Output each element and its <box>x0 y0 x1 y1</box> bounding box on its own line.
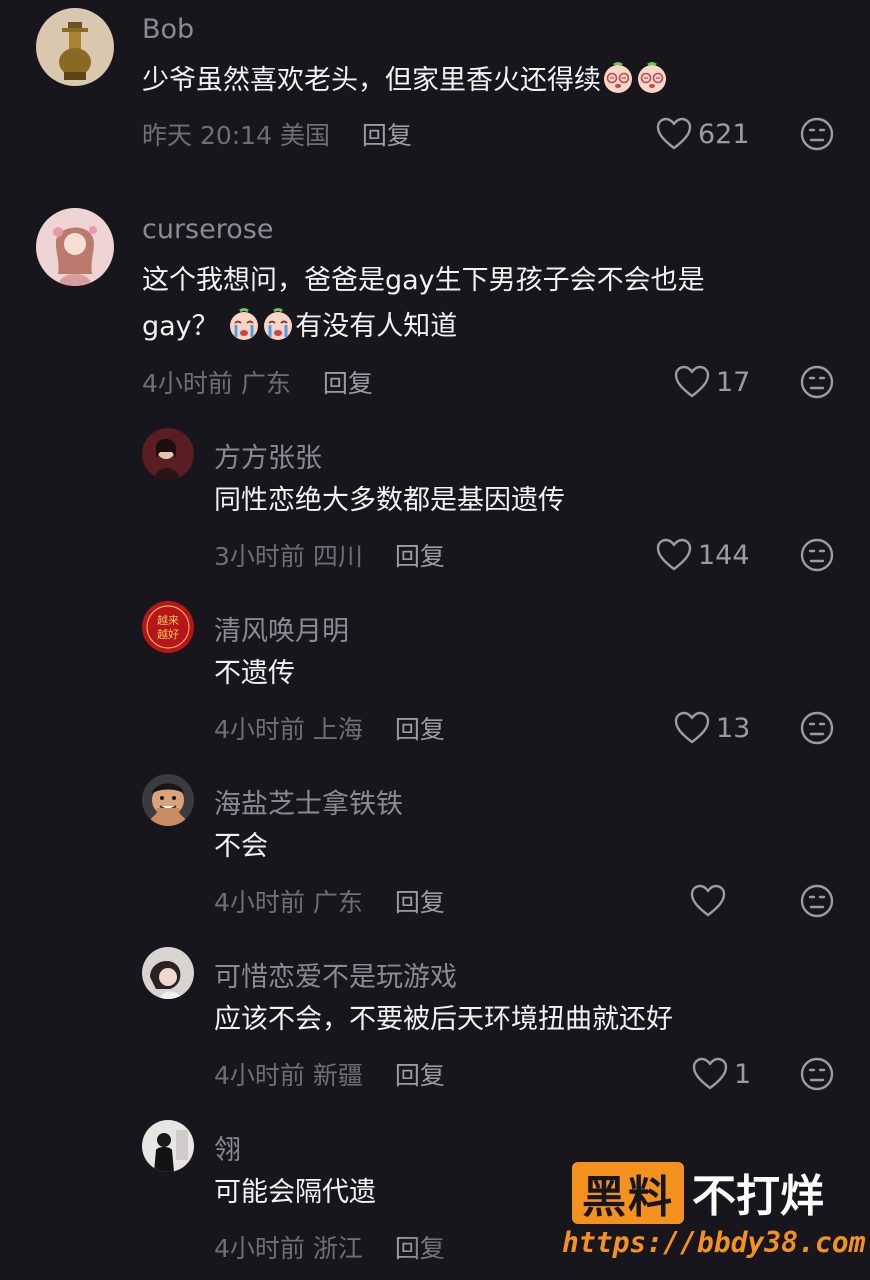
comment-text: 同性恋绝大多数都是基因遗传 <box>214 485 565 516</box>
comment-text: 应该不会，不要被后天环境扭曲就还好 <box>214 1004 673 1035</box>
watermark-logo-box: 黑料 <box>572 1162 684 1224</box>
location: 新疆 <box>312 1061 363 1090</box>
reply-button[interactable]: 回复 <box>395 715 445 744</box>
username[interactable]: 翎 <box>214 1128 241 1167</box>
avatar[interactable] <box>142 428 194 480</box>
username[interactable]: Bob <box>142 14 194 45</box>
neutral-face-icon <box>800 365 834 399</box>
comment-meta: 3小时前 四川 回复 <box>214 537 445 573</box>
timestamp: 4小时前 <box>214 715 305 744</box>
heart-icon <box>674 365 710 398</box>
like-button[interactable]: 1 <box>692 1054 751 1094</box>
timestamp: 4小时前 <box>214 1234 305 1263</box>
timestamp: 昨天 20:14 <box>142 121 272 150</box>
comment-text: 这个我想问，爸爸是gay生下男孩子会不会也是 gay？ 有没有人知道 <box>142 265 705 342</box>
avatar-text-line1: 越来 <box>157 613 179 627</box>
reply-button[interactable]: 回复 <box>395 542 445 571</box>
like-button[interactable]: 621 <box>656 114 750 154</box>
comment-meta: 4小时前 广东 回复 <box>214 883 445 919</box>
timestamp: 4小时前 <box>214 1061 305 1090</box>
dislike-button[interactable] <box>800 365 834 399</box>
dislike-button[interactable] <box>800 538 834 572</box>
heart-icon <box>692 1057 728 1090</box>
like-count: 1 <box>734 1058 752 1090</box>
dislike-button[interactable] <box>800 711 834 745</box>
dislike-button[interactable] <box>800 1057 834 1091</box>
avatar[interactable] <box>36 8 114 86</box>
reply-button[interactable]: 回复 <box>395 1061 445 1090</box>
location: 广东 <box>312 888 363 917</box>
watermark-text: 不打烊 <box>692 1171 824 1222</box>
like-count: 17 <box>716 366 751 398</box>
location: 美国 <box>279 121 330 150</box>
woman-portrait-icon <box>142 428 194 480</box>
heart-icon <box>656 117 692 150</box>
reply-button[interactable]: 回复 <box>323 369 373 398</box>
like-count: 13 <box>716 712 751 744</box>
like-button[interactable] <box>690 881 732 921</box>
comment-meta: 昨天 20:14 美国 回复 <box>142 116 412 152</box>
username[interactable]: 可惜恋爱不是玩游戏 <box>214 955 457 994</box>
like-count: 144 <box>698 539 750 571</box>
pink-girl-icon <box>36 208 114 286</box>
dislike-button[interactable] <box>800 884 834 918</box>
avatar[interactable] <box>36 208 114 286</box>
dizzy-face-emoji-icon <box>601 61 635 95</box>
like-button[interactable]: 17 <box>674 362 750 402</box>
location: 浙江 <box>312 1234 363 1263</box>
username[interactable]: 清风唤月明 <box>214 609 349 648</box>
like-button[interactable]: 13 <box>674 708 750 748</box>
timestamp: 4小时前 <box>142 369 233 398</box>
heart-icon <box>656 538 692 571</box>
heart-icon <box>690 884 726 917</box>
man-smiling-icon <box>142 774 194 826</box>
neutral-face-icon <box>800 884 834 918</box>
girl-photo-icon <box>142 947 194 999</box>
golden-statue-icon <box>36 8 114 86</box>
location: 广东 <box>240 369 291 398</box>
comment-text: 可能会隔代遗 <box>214 1177 376 1208</box>
like-count: 621 <box>698 118 750 150</box>
comment-meta: 4小时前 上海 回复 <box>214 710 445 746</box>
comment-meta: 4小时前 广东 回复 <box>142 364 373 400</box>
neutral-face-icon <box>800 1057 834 1091</box>
location: 上海 <box>312 715 363 744</box>
watermark-url: https://bbdy38.com <box>562 1226 866 1259</box>
neutral-face-icon <box>800 538 834 572</box>
dark-figure-icon <box>142 1120 194 1172</box>
comment-meta: 4小时前 新疆 回复 <box>214 1056 445 1092</box>
username[interactable]: 海盐芝士拿铁铁 <box>214 782 403 821</box>
username[interactable]: 方方张张 <box>214 436 322 475</box>
neutral-face-icon <box>800 711 834 745</box>
avatar[interactable] <box>142 1120 194 1172</box>
heart-icon <box>674 711 710 744</box>
like-button[interactable]: 144 <box>656 535 750 575</box>
timestamp: 3小时前 <box>214 542 305 571</box>
dizzy-face-emoji-icon <box>635 61 669 95</box>
avatar[interactable] <box>142 774 194 826</box>
timestamp: 4小时前 <box>214 888 305 917</box>
avatar[interactable]: 越来 越好 <box>142 601 194 653</box>
neutral-face-icon <box>800 117 834 151</box>
crying-face-emoji-icon <box>227 307 261 341</box>
crying-face-emoji-icon <box>261 307 295 341</box>
dislike-button[interactable] <box>800 117 834 151</box>
comment-text: 不会 <box>214 831 268 862</box>
avatar[interactable] <box>142 947 194 999</box>
username[interactable]: curserose <box>142 214 273 245</box>
reply-button[interactable]: 回复 <box>362 121 412 150</box>
comment-text: 不遗传 <box>214 658 295 689</box>
red-lucky-icon: 越来 越好 <box>142 601 194 653</box>
avatar-text-line2: 越好 <box>157 627 179 641</box>
reply-button[interactable]: 回复 <box>395 888 445 917</box>
location: 四川 <box>312 542 363 571</box>
comment-text: 少爷虽然喜欢老头，但家里香火还得续 <box>142 58 669 104</box>
